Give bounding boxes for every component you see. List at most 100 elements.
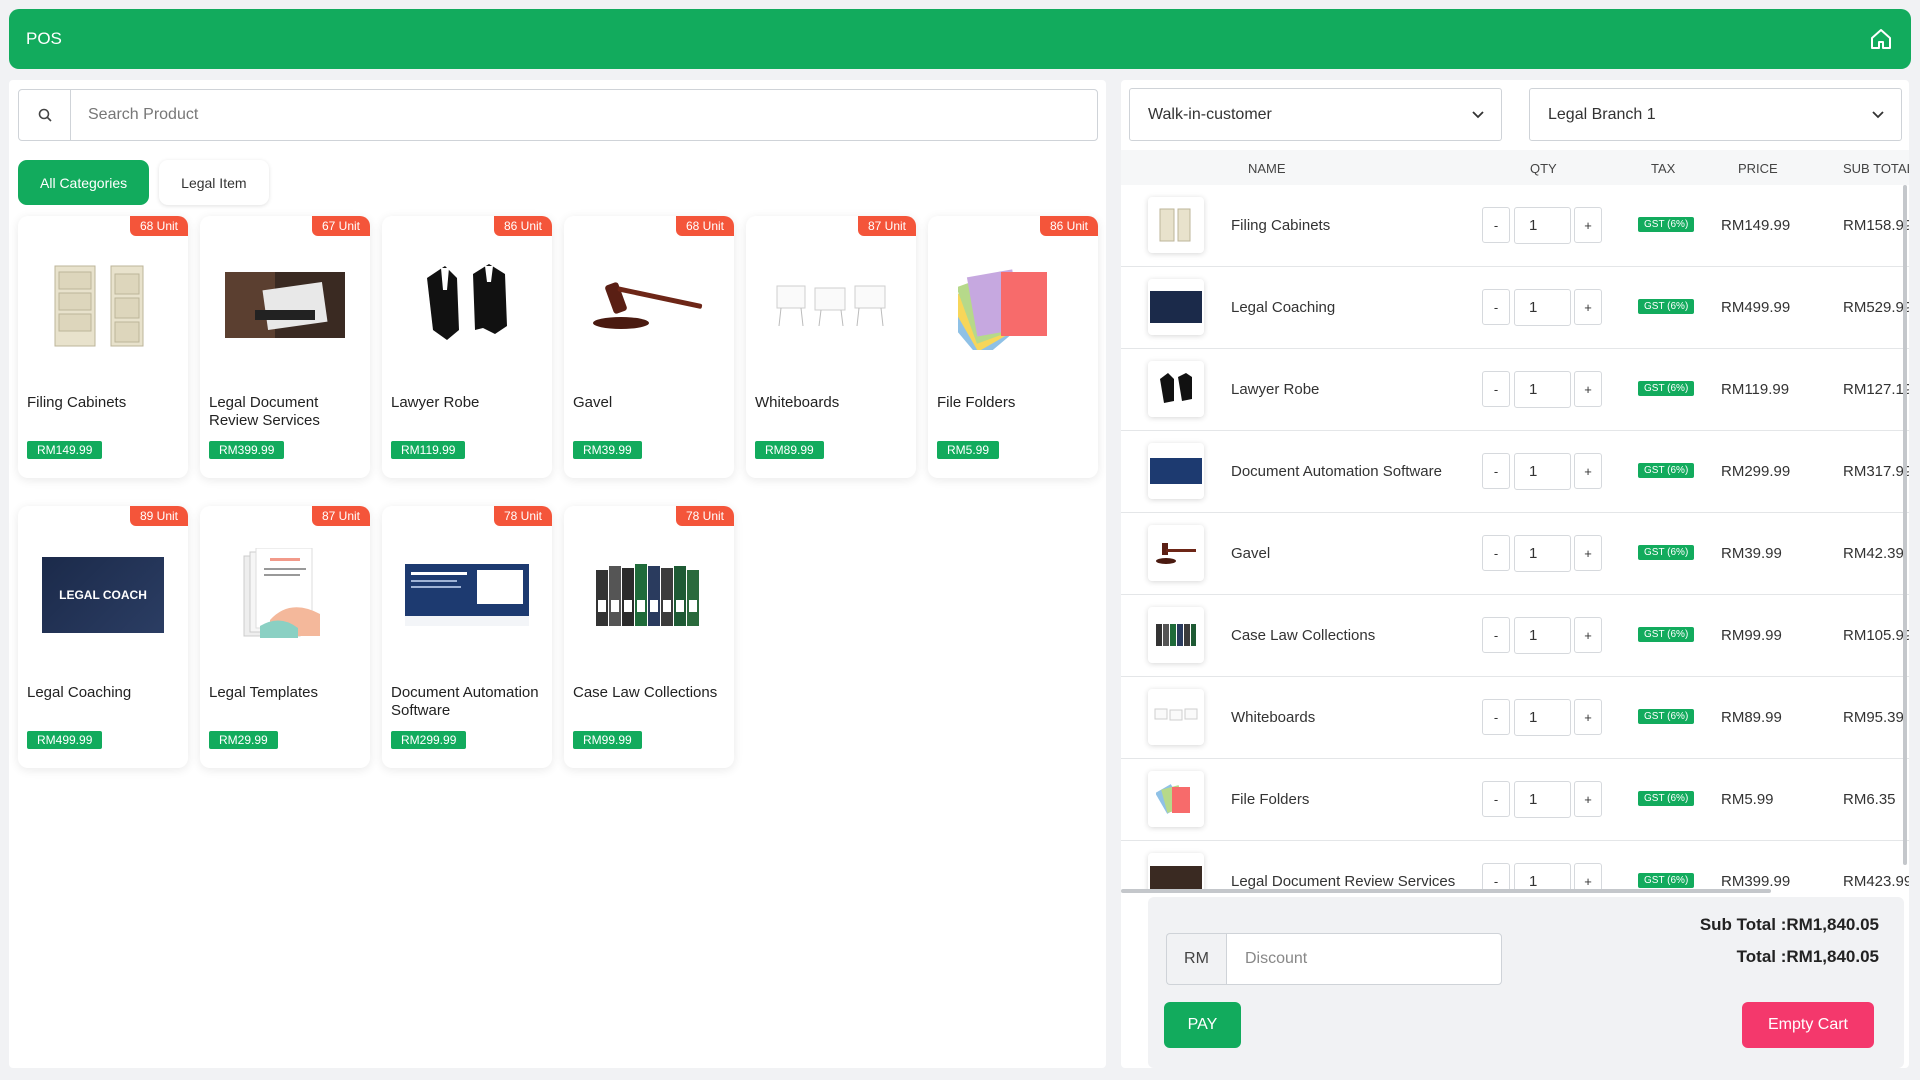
qty-input[interactable]: 1 <box>1514 289 1571 326</box>
product-card[interactable]: 86 Unit Lawyer Robe RM119.99 <box>382 216 552 478</box>
cart-item-subtotal: RM42.39 <box>1843 545 1904 562</box>
tax-badge: GST (6%) <box>1638 709 1695 724</box>
binders-icon <box>1148 607 1204 663</box>
cart-item-subtotal: RM95.39 <box>1843 709 1904 726</box>
decrease-qty-button[interactable]: - <box>1482 535 1510 571</box>
qty-input[interactable]: 1 <box>1514 863 1571 889</box>
increase-qty-button[interactable]: + <box>1574 371 1602 407</box>
horizontal-scrollbar[interactable] <box>1121 889 1771 893</box>
branch-select-value: Legal Branch 1 <box>1548 105 1656 123</box>
decrease-qty-button[interactable]: - <box>1482 453 1510 489</box>
stock-badge: 87 Unit <box>311 506 370 526</box>
chevron-down-icon <box>1472 110 1484 118</box>
cart-row: Whiteboards - 1 + GST (6%) RM89.99 RM95.… <box>1121 677 1909 759</box>
tax-badge: GST (6%) <box>1638 791 1695 806</box>
home-icon[interactable] <box>1869 27 1893 51</box>
empty-cart-button[interactable]: Empty Cart <box>1742 1002 1874 1048</box>
decrease-qty-button[interactable]: - <box>1482 289 1510 325</box>
top-bar: POS <box>9 9 1911 69</box>
qty-input[interactable]: 1 <box>1514 617 1571 654</box>
cart-item-name: Document Automation Software <box>1231 463 1442 480</box>
cart-item-price: RM99.99 <box>1721 627 1782 644</box>
qty-input[interactable]: 1 <box>1514 781 1571 818</box>
product-name: Lawyer Robe <box>391 394 480 411</box>
decrease-qty-button[interactable]: - <box>1482 371 1510 407</box>
product-name: Legal Templates <box>209 684 318 701</box>
product-price: RM89.99 <box>755 441 824 459</box>
whiteboard-icon <box>1148 689 1204 745</box>
file-folders-icon <box>938 250 1088 360</box>
cart-item-name: File Folders <box>1231 791 1310 808</box>
stock-badge: 68 Unit <box>129 216 188 236</box>
cart-panel: Walk-in-customer Legal Branch 1 NAME QTY… <box>1121 80 1909 1068</box>
search-icon[interactable] <box>19 90 71 140</box>
tax-badge: GST (6%) <box>1638 873 1695 888</box>
cart-item-price: RM89.99 <box>1721 709 1782 726</box>
increase-qty-button[interactable]: + <box>1574 617 1602 653</box>
decrease-qty-button[interactable]: - <box>1482 207 1510 243</box>
product-name: Whiteboards <box>755 394 840 411</box>
decrease-qty-button[interactable]: - <box>1482 699 1510 735</box>
qty-input[interactable]: 1 <box>1514 699 1571 736</box>
cart-row: Filing Cabinets - 1 + GST (6%) RM149.99 … <box>1121 185 1909 267</box>
cart-item-price: RM499.99 <box>1721 299 1791 316</box>
document-review-icon <box>210 250 360 360</box>
product-card[interactable]: 78 Unit Case Law Collections RM99.99 <box>564 506 734 768</box>
stock-badge: 68 Unit <box>675 216 734 236</box>
cart-item-name: Legal Coaching <box>1231 299 1336 316</box>
cart-item-price: RM149.99 <box>1721 217 1791 234</box>
increase-qty-button[interactable]: + <box>1574 699 1602 735</box>
decrease-qty-button[interactable]: - <box>1482 781 1510 817</box>
cart-item-name: Whiteboards <box>1231 709 1316 726</box>
cart-item-name: Case Law Collections <box>1231 627 1376 644</box>
product-name: Legal Document Review Services <box>209 394 320 429</box>
filing-cabinet-icon <box>1148 197 1204 253</box>
increase-qty-button[interactable]: + <box>1574 535 1602 571</box>
product-card[interactable]: 68 Unit Gavel RM39.99 <box>564 216 734 478</box>
cart-item-subtotal: RM6.35 <box>1843 791 1896 808</box>
product-price: RM39.99 <box>573 441 642 459</box>
category-all[interactable]: All Categories <box>18 160 150 205</box>
stock-badge: 87 Unit <box>857 216 916 236</box>
discount-input[interactable] <box>1226 933 1502 985</box>
category-legal-item[interactable]: Legal Item <box>159 160 269 205</box>
subtotal-text: Sub Total :RM1,840.05 <box>1699 915 1879 934</box>
product-card[interactable]: 68 Unit Filing Cabinets RM149.99 <box>18 216 188 478</box>
product-card[interactable]: 78 Unit Document Automation Software RM2… <box>382 506 552 768</box>
increase-qty-button[interactable]: + <box>1574 453 1602 489</box>
cart-row: Document Automation Software - 1 + GST (… <box>1121 431 1909 513</box>
pay-button[interactable]: PAY <box>1164 1002 1241 1048</box>
stock-badge: 78 Unit <box>675 506 734 526</box>
gavel-icon <box>1148 525 1204 581</box>
qty-input[interactable]: 1 <box>1514 535 1571 572</box>
chevron-down-icon <box>1872 110 1884 118</box>
vertical-scrollbar[interactable] <box>1903 185 1907 865</box>
whiteboard-icon <box>756 250 906 360</box>
decrease-qty-button[interactable]: - <box>1482 617 1510 653</box>
document-review-icon <box>1148 853 1204 889</box>
qty-input[interactable]: 1 <box>1514 453 1571 490</box>
product-card[interactable]: 87 Unit Whiteboards RM89.99 <box>746 216 916 478</box>
product-card[interactable]: 86 Unit File Folders RM5.99 <box>928 216 1098 478</box>
cart-row: Gavel - 1 + GST (6%) RM39.99 RM42.39 <box>1121 513 1909 595</box>
product-card[interactable]: 87 Unit Legal Templates RM29.99 <box>200 506 370 768</box>
search-input[interactable] <box>71 90 1097 140</box>
increase-qty-button[interactable]: + <box>1574 781 1602 817</box>
product-card[interactable]: 89 Unit LEGAL COACH Legal Coaching RM499… <box>18 506 188 768</box>
tax-badge: GST (6%) <box>1638 381 1695 396</box>
header-name: NAME <box>1248 161 1286 176</box>
cart-item-price: RM5.99 <box>1721 791 1774 808</box>
product-name: Case Law Collections <box>573 684 718 701</box>
increase-qty-button[interactable]: + <box>1574 863 1602 889</box>
product-card[interactable]: 67 Unit Legal Document Review Services R… <box>200 216 370 478</box>
increase-qty-button[interactable]: + <box>1574 289 1602 325</box>
decrease-qty-button[interactable]: - <box>1482 863 1510 889</box>
qty-input[interactable]: 1 <box>1514 371 1571 408</box>
increase-qty-button[interactable]: + <box>1574 207 1602 243</box>
qty-input[interactable]: 1 <box>1514 207 1571 244</box>
branch-select[interactable]: Legal Branch 1 <box>1529 88 1902 141</box>
customer-select[interactable]: Walk-in-customer <box>1129 88 1502 141</box>
cart-row: Legal Coaching - 1 + GST (6%) RM499.99 R… <box>1121 267 1909 349</box>
product-price: RM399.99 <box>209 441 285 459</box>
tax-badge: GST (6%) <box>1638 217 1695 232</box>
